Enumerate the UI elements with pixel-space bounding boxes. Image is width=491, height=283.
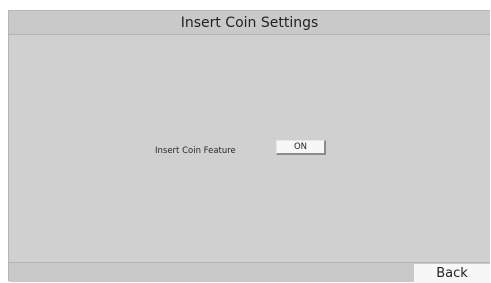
title-bar: Insert Coin Settings <box>9 11 490 35</box>
back-button[interactable]: Back <box>414 264 490 283</box>
settings-screen: Insert Coin Settings Insert Coin Feature… <box>8 10 490 283</box>
insert-coin-toggle-button[interactable]: ON <box>276 140 326 155</box>
settings-panel: Insert Coin Feature ON <box>9 35 490 262</box>
bottom-bar: Back <box>9 262 490 283</box>
page-title: Insert Coin Settings <box>180 15 319 31</box>
insert-coin-feature-label: Insert Coin Feature <box>155 146 236 156</box>
